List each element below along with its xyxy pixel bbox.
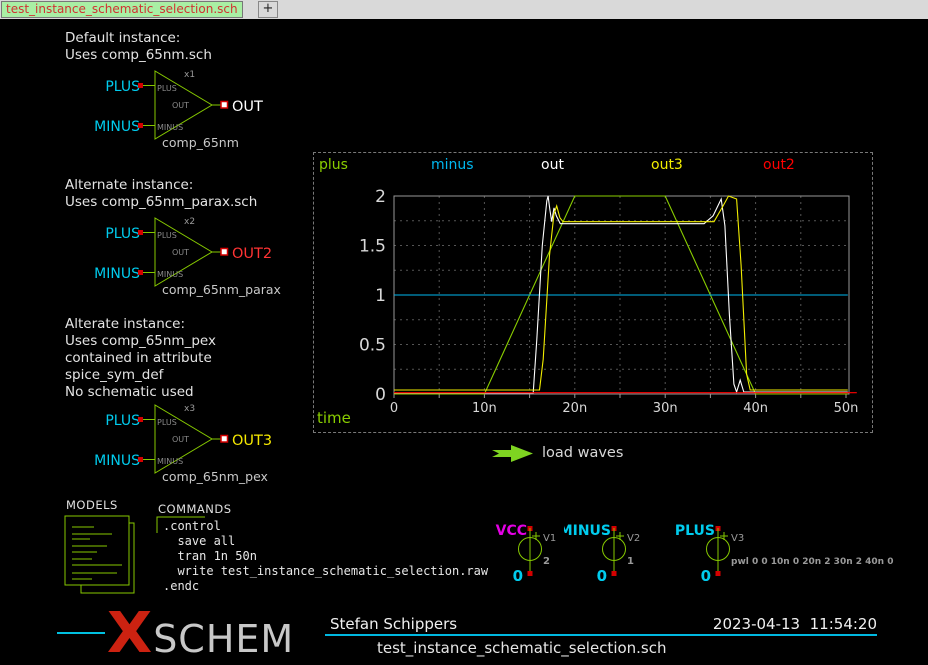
- ground-label: 0: [701, 567, 711, 584]
- inner-pin-out: OUT: [172, 248, 189, 257]
- schematic-filename: test_instance_schematic_selection.sch: [377, 639, 667, 657]
- out-net-label: OUT2: [232, 246, 272, 262]
- pin-square: [138, 457, 143, 462]
- pin-square: [138, 123, 143, 128]
- pin-square: [138, 83, 143, 88]
- svg-text:1: 1: [375, 286, 386, 306]
- pin-square: [138, 230, 143, 235]
- comparator-instance-x1[interactable]: PLUS MINUS x1 PLUS OUT MINUS OUT comp_65…: [95, 64, 325, 156]
- ground-label: 0: [513, 567, 523, 584]
- instance2-description-line: Uses comp_65nm_parax.sch: [65, 194, 257, 211]
- logo-text: SCHEM: [153, 617, 294, 661]
- instance1-description: Default instance: Uses comp_65nm.sch: [65, 30, 212, 64]
- out-pin-square: [221, 249, 228, 256]
- minus-net-label: MINUS: [95, 266, 140, 282]
- inner-pin-minus: MINUS: [157, 123, 183, 132]
- instance1-description-line: Default instance:: [65, 30, 212, 47]
- source-value: 1: [627, 556, 634, 567]
- x-axis-title: time: [317, 409, 351, 427]
- pin-square: [528, 571, 533, 576]
- source-value: 2: [543, 556, 550, 567]
- svg-text:50n: 50n: [834, 401, 859, 416]
- xschem-logo: X SCHEM: [108, 608, 294, 661]
- source-name: V2: [627, 533, 640, 544]
- svg-text:0: 0: [390, 401, 398, 416]
- net-label: PLUS: [675, 523, 715, 539]
- plus-net-label: PLUS: [105, 226, 140, 242]
- svg-text:0: 0: [375, 385, 386, 405]
- instance3-description-line: Alterate instance:: [65, 316, 216, 333]
- source-value: pwl 0 0 10n 0 20n 2 30n 2 40n 0: [731, 557, 893, 567]
- voltage-source-v3[interactable]: PLUS V3 pwl 0 0 10n 0 20n 2 30n 2 40n 0 …: [668, 518, 898, 584]
- source-name: V3: [731, 533, 744, 544]
- instance3-description-line: spice_sym_def: [65, 367, 216, 384]
- symbol-name: comp_65nm_parax: [162, 282, 281, 297]
- pin-square: [612, 571, 617, 576]
- instance3-description-line: Uses comp_65nm_pex: [65, 333, 216, 350]
- out-net-label: OUT: [232, 99, 263, 115]
- spice-commands-text: .control save all tran 1n 50n write test…: [163, 519, 488, 594]
- out-net-label: OUT3: [232, 433, 272, 449]
- xschem-window: test_instance_schematic_selection.sch + …: [0, 0, 928, 665]
- models-documents-icon[interactable]: [60, 512, 150, 600]
- out-pin-square: [221, 436, 228, 443]
- new-tab-button[interactable]: +: [258, 1, 278, 18]
- pin-square: [138, 270, 143, 275]
- title-block-underline: [325, 634, 877, 636]
- instance2-description-line: Alternate instance:: [65, 177, 257, 194]
- symbol-name: comp_65nm_pex: [162, 469, 268, 484]
- svg-text:40n: 40n: [743, 401, 768, 416]
- instance2-description: Alternate instance: Uses comp_65nm_parax…: [65, 177, 257, 211]
- svg-text:30n: 30n: [653, 401, 678, 416]
- instance-name: x2: [184, 217, 195, 227]
- instance3-description-line: contained in attribute: [65, 350, 216, 367]
- comparator-instance-x2[interactable]: PLUS MINUS x2 PLUS OUT MINUS OUT2 comp_6…: [95, 211, 325, 303]
- inner-pin-out: OUT: [172, 435, 189, 444]
- svg-text:2: 2: [375, 187, 386, 207]
- title-block-line-left: [57, 632, 105, 634]
- symbol-name: comp_65nm: [162, 135, 239, 150]
- inner-pin-minus: MINUS: [157, 270, 183, 279]
- net-label: MINUS: [564, 523, 611, 539]
- svg-text:1.5: 1.5: [359, 237, 386, 257]
- net-label: VCC: [496, 523, 527, 539]
- load-waves-arrow-icon[interactable]: [492, 444, 536, 463]
- plot-area[interactable]: 0 10n 20n 30n 40n 50n 0 0.5 1 1.5 2: [314, 153, 872, 432]
- source-name: V1: [543, 533, 556, 544]
- instance1-description-line: Uses comp_65nm.sch: [65, 47, 212, 64]
- inner-pin-plus: PLUS: [157, 231, 177, 240]
- ground-label: 0: [597, 567, 607, 584]
- timestamp: 2023-04-13 11:54:20: [650, 615, 877, 633]
- waveform-graph[interactable]: plus minus out out3 out2 010n20n30n40n50…: [313, 152, 873, 433]
- tab-current-schematic[interactable]: test_instance_schematic_selection.sch: [1, 1, 243, 18]
- instance3-description: Alterate instance: Uses comp_65nm_pex co…: [65, 316, 216, 401]
- instance-name: x3: [184, 404, 195, 414]
- comparator-instance-x3[interactable]: PLUS MINUS x3 PLUS OUT MINUS OUT3 comp_6…: [95, 398, 325, 490]
- inner-pin-minus: MINUS: [157, 457, 183, 466]
- instance-name: x1: [184, 70, 195, 80]
- svg-text:20n: 20n: [562, 401, 587, 416]
- minus-net-label: MINUS: [95, 453, 140, 469]
- inner-pin-plus: PLUS: [157, 84, 177, 93]
- inner-pin-out: OUT: [172, 101, 189, 110]
- svg-text:10n: 10n: [472, 401, 497, 416]
- inner-pin-plus: PLUS: [157, 418, 177, 427]
- pin-square: [716, 571, 721, 576]
- models-label: MODELS: [66, 498, 118, 512]
- svg-text:0.5: 0.5: [359, 336, 386, 356]
- logo-x-glyph: X: [107, 608, 152, 660]
- plus-net-label: PLUS: [105, 413, 140, 429]
- minus-net-label: MINUS: [95, 119, 140, 135]
- pin-square: [138, 417, 143, 422]
- author-name: Stefan Schippers: [330, 615, 457, 633]
- load-waves-launcher[interactable]: load waves: [542, 445, 623, 461]
- plus-net-label: PLUS: [105, 79, 140, 95]
- tab-bar: test_instance_schematic_selection.sch +: [0, 0, 928, 20]
- out-pin-square: [221, 102, 228, 109]
